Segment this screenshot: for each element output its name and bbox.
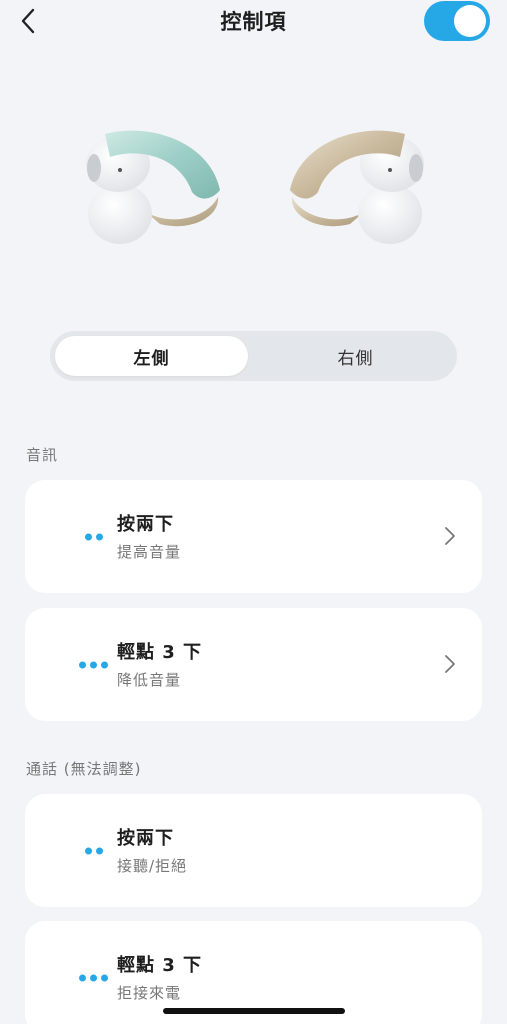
tab-left-side[interactable]: 左側 xyxy=(55,336,248,376)
section-label-calls: 通話 (無法調整) xyxy=(26,760,142,778)
left-earbud-image xyxy=(86,130,220,244)
section-label-audio: 音訊 xyxy=(26,446,59,464)
home-indicator[interactable] xyxy=(163,1008,345,1014)
control-card[interactable]: 輕點 3 下 降低音量 xyxy=(25,608,482,721)
gesture-action: 降低音量 xyxy=(117,671,182,689)
gesture-title: 輕點 3 下 xyxy=(117,642,203,663)
header: 控制項 xyxy=(0,0,507,44)
double-tap-dots-icon xyxy=(85,533,103,540)
double-tap-dots-icon xyxy=(85,847,103,854)
gesture-action: 接聽/拒絕 xyxy=(117,857,188,875)
chevron-right-icon xyxy=(442,653,458,675)
master-toggle[interactable] xyxy=(424,1,490,41)
gesture-title: 按兩下 xyxy=(117,514,174,535)
earbuds-illustration xyxy=(0,112,507,272)
chevron-right-icon xyxy=(442,525,458,547)
tab-right-side[interactable]: 右側 xyxy=(259,336,452,376)
gesture-action: 拒接來電 xyxy=(117,984,182,1002)
triple-tap-dots-icon xyxy=(79,974,108,981)
gesture-action: 提高音量 xyxy=(117,543,182,561)
gesture-title: 輕點 3 下 xyxy=(117,955,203,976)
triple-tap-dots-icon xyxy=(79,661,108,668)
side-selector: 左側 右側 xyxy=(50,331,457,381)
toggle-knob xyxy=(454,5,486,37)
right-earbud-image xyxy=(290,130,424,244)
control-card: 按兩下 接聽/拒絕 xyxy=(25,794,482,907)
gesture-title: 按兩下 xyxy=(117,828,174,849)
control-card[interactable]: 按兩下 提高音量 xyxy=(25,480,482,593)
